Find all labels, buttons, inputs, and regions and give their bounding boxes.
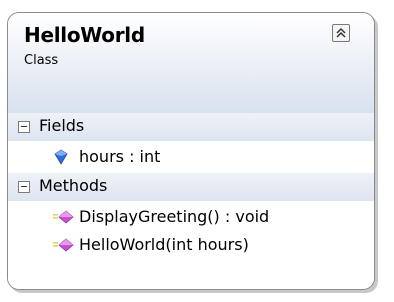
- method-label: HelloWorld(int hours): [79, 235, 249, 254]
- class-shape[interactable]: HelloWorld Class Fields hours : int Meth…: [7, 12, 375, 290]
- field-icon: [54, 149, 68, 165]
- collapse-toggle-icon[interactable]: [18, 121, 30, 133]
- collapse-toggle-icon[interactable]: [18, 181, 30, 193]
- method-item[interactable]: HelloWorld(int hours): [8, 231, 374, 259]
- field-item[interactable]: hours : int: [8, 143, 374, 171]
- class-kind: Class: [24, 53, 59, 68]
- compartment-label: Methods: [39, 176, 108, 195]
- compartment-fields[interactable]: Fields: [8, 113, 374, 141]
- chevron-up-double-icon: [336, 27, 346, 38]
- method-icon: [53, 210, 74, 224]
- collapse-button[interactable]: [332, 24, 350, 42]
- class-body: Fields hours : int Methods DisplayGreeti…: [8, 113, 374, 289]
- method-item[interactable]: DisplayGreeting() : void: [8, 203, 374, 231]
- method-icon: [53, 238, 74, 252]
- compartment-methods[interactable]: Methods: [8, 173, 374, 201]
- class-name: HelloWorld: [24, 23, 145, 47]
- method-label: DisplayGreeting() : void: [79, 207, 270, 226]
- class-header[interactable]: HelloWorld Class: [8, 13, 374, 113]
- field-label: hours : int: [79, 147, 161, 166]
- compartment-label: Fields: [39, 116, 85, 135]
